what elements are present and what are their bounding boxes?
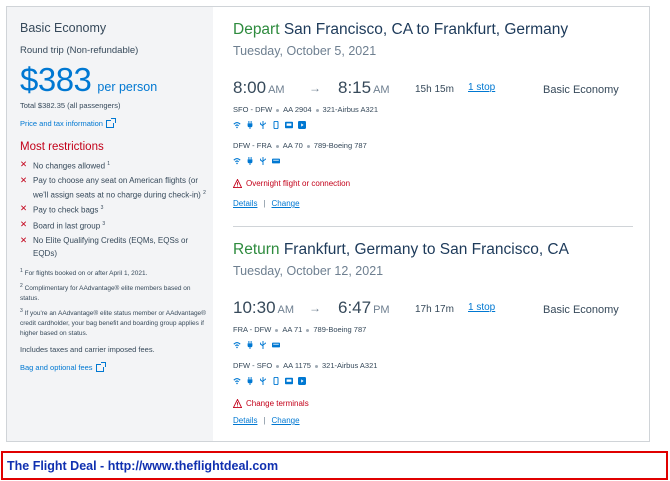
segment-info: DFW - FRA AA 70 789-Boeing 787: [233, 141, 367, 150]
entertainment-icon: [298, 377, 306, 385]
warning-icon: [233, 179, 242, 188]
restrictions-title: Most restrictions: [20, 141, 104, 153]
banner-text: The Flight Deal - http://www.theflightde…: [7, 458, 279, 473]
amenities-row: [233, 341, 280, 349]
external-link-icon: [95, 361, 106, 372]
power-icon: [246, 121, 254, 129]
arrival-time: 8:15 AM: [338, 78, 390, 97]
includes-taxes-note: Includes taxes and carrier imposed fees.: [20, 345, 155, 355]
power-icon: [246, 341, 254, 349]
price-tax-link[interactable]: Price and tax information: [20, 117, 116, 130]
trip-type: Round trip (Non-refundable): [20, 45, 139, 56]
departure-time: 10:30 AM: [233, 298, 295, 317]
footnote: 2 Complimentary for AAdvantage® elite me…: [20, 282, 191, 302]
departure-time: 8:00 AM: [233, 78, 285, 97]
bag-fees-link-label: Bag and optional fees: [20, 363, 93, 373]
time-row: 10:30 AM → 6:47 PM 17h 17m 1 stop Basic Ec…: [233, 298, 633, 320]
duration: 15h 15m: [415, 84, 454, 95]
divider: [233, 226, 633, 227]
stops-link[interactable]: 1 stop: [468, 82, 495, 93]
close-x-icon: ✕: [20, 203, 28, 214]
total-price: Total $382.35 (all passengers): [20, 101, 121, 110]
segment-info: DFW - SFO AA 1175 321-Airbus A321: [233, 361, 378, 370]
bag-fees-link[interactable]: Bag and optional fees: [20, 361, 106, 374]
leg-title: Depart San Francisco, CA to Frankfurt, G…: [233, 21, 569, 38]
device-icon: [272, 377, 280, 385]
segment-info: SFO - DFW AA 2904 321-Airbus A321: [233, 105, 378, 114]
wifi-icon: [233, 341, 241, 349]
flight-details: Depart San Francisco, CA to Frankfurt, G…: [233, 7, 649, 441]
cabin-class: Basic Economy: [543, 304, 619, 316]
time-row: 8:00 AM → 8:15 AM 15h 15m 1 stop Basic Eco…: [233, 78, 633, 100]
price-unit: per person: [97, 80, 158, 94]
restriction-item: ✕ Pay to choose any seat on American flig…: [20, 174, 206, 200]
change-link[interactable]: Change: [272, 199, 300, 208]
usb-icon: [259, 341, 267, 349]
warning-text: Overnight flight or connection: [246, 179, 351, 188]
stops-link[interactable]: 1 stop: [468, 302, 495, 313]
footnote: 1 For flights booked on or after April 1…: [20, 267, 148, 277]
restriction-item: ✕ Pay to check bags 3: [20, 203, 104, 215]
leg-date: Tuesday, October 5, 2021: [233, 44, 377, 58]
footnote: 3 If you're an AAdvantage® elite status …: [20, 307, 206, 338]
return-leg: Return Frankfurt, Germany to San Francis…: [233, 241, 633, 425]
itinerary-card: Basic Economy Round trip (Non-refundable…: [6, 6, 650, 442]
restriction-item: ✕ No Elite Qualifying Credits (EQMs, EQSs…: [20, 234, 189, 258]
amenities-row: [233, 377, 306, 385]
entertainment-icon: [298, 121, 306, 129]
fare-summary-sidebar: Basic Economy Round trip (Non-refundable…: [7, 7, 213, 441]
power-icon: [246, 377, 254, 385]
amenities-row: [233, 157, 280, 165]
price-tax-link-label: Price and tax information: [20, 119, 103, 128]
meal-icon: [272, 157, 280, 165]
fare-name: Basic Economy: [20, 21, 107, 35]
warning-notice: Change terminals: [233, 399, 309, 408]
segment-info: FRA - DFW AA 71 789-Boeing 787: [233, 325, 367, 334]
arrow-right-icon: →: [309, 301, 321, 315]
depart-leg: Depart San Francisco, CA to Frankfurt, G…: [233, 21, 633, 208]
power-icon: [246, 157, 254, 165]
warning-text: Change terminals: [246, 399, 309, 408]
change-link[interactable]: Change: [272, 416, 300, 425]
device-icon: [272, 121, 280, 129]
leg-date: Tuesday, October 12, 2021: [233, 264, 384, 278]
restriction-item: ✕ Board in last group 3: [20, 218, 106, 231]
wifi-icon: [233, 377, 241, 385]
leg-links: Details | Change: [233, 416, 300, 425]
restriction-item: ✕ No changes allowed 1: [20, 159, 111, 171]
duration: 17h 17m: [415, 304, 454, 315]
leg-title: Return Frankfurt, Germany to San Francis…: [233, 241, 569, 258]
warning-icon: [233, 399, 242, 408]
close-x-icon: ✕: [20, 234, 28, 245]
usb-icon: [259, 377, 267, 385]
meal-icon: [272, 341, 280, 349]
warning-notice: Overnight flight or connection: [233, 179, 350, 188]
footnotes: 1 For flights booked on or after April 1…: [20, 266, 206, 339]
price-row: $383 per person: [20, 60, 213, 100]
arrival-time: 6:47 PM: [338, 298, 390, 317]
details-link[interactable]: Details: [233, 199, 257, 208]
restrictions-list: ✕ No changes allowed 1 ✕ Pay to choose any…: [20, 158, 208, 260]
wifi-icon: [233, 121, 241, 129]
external-link-icon: [105, 117, 116, 128]
close-x-icon: ✕: [20, 174, 28, 185]
usb-icon: [259, 157, 267, 165]
wifi-icon: [233, 157, 241, 165]
tv-icon: [285, 377, 293, 385]
leg-links: Details | Change: [233, 199, 300, 208]
price-amount: $383: [20, 61, 92, 98]
close-x-icon: ✕: [20, 218, 28, 229]
arrow-right-icon: →: [309, 81, 321, 95]
flight-deal-banner: The Flight Deal - http://www.theflightde…: [1, 451, 668, 480]
close-x-icon: ✕: [20, 159, 28, 169]
amenities-row: [233, 121, 306, 129]
cabin-class: Basic Economy: [543, 84, 619, 96]
usb-icon: [259, 121, 267, 129]
tv-icon: [285, 121, 293, 129]
details-link[interactable]: Details: [233, 416, 257, 425]
